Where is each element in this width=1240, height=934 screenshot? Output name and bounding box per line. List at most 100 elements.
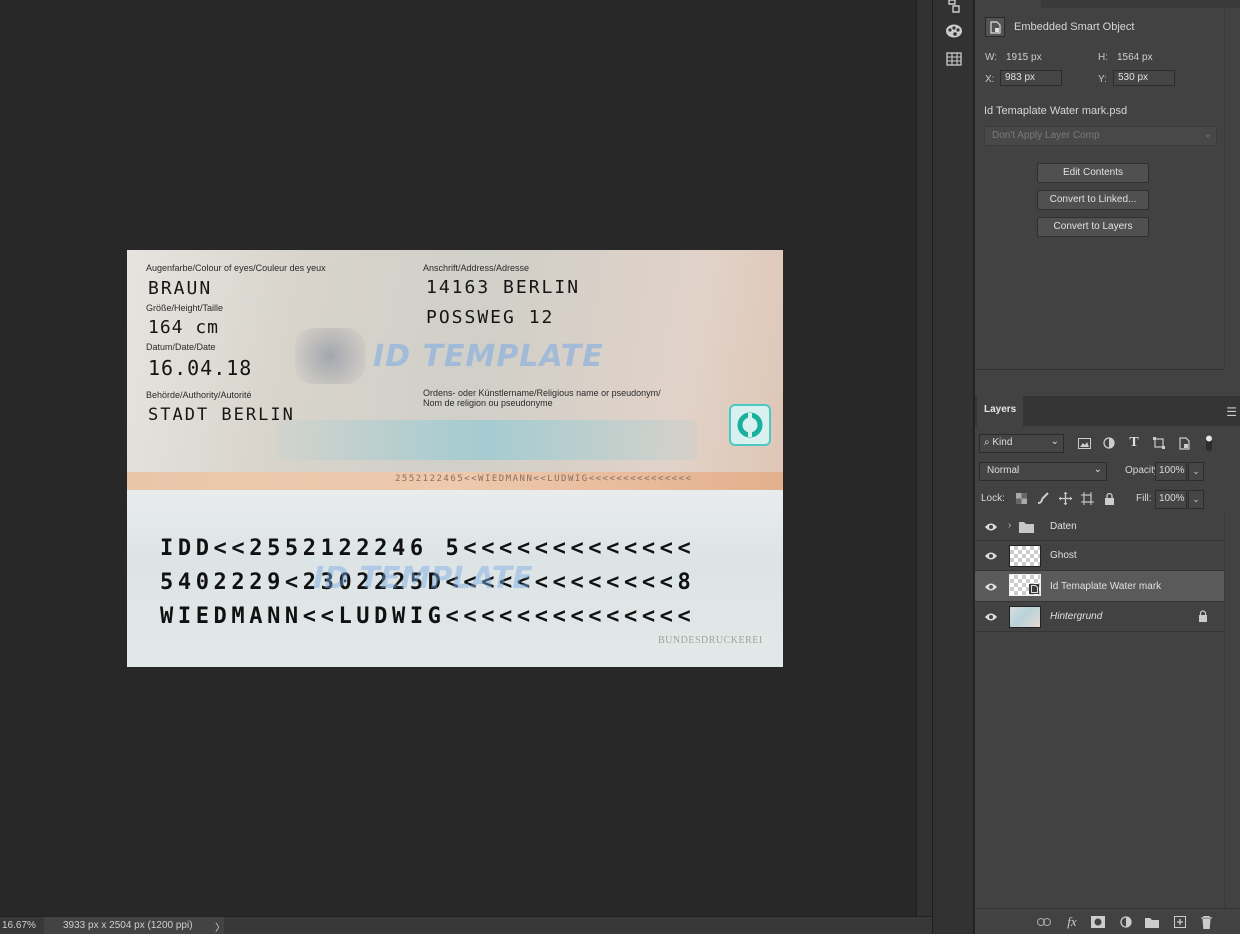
layer-comp-select[interactable]: Don't Apply Layer Comp ⌄ <box>984 126 1217 146</box>
lock-icons <box>1013 490 1117 506</box>
layers-scrollbar[interactable] <box>1224 510 1240 908</box>
height-label: H: <box>1098 52 1108 63</box>
layer-filter-select[interactable]: ⌕ Kind ⌄ <box>979 434 1064 453</box>
fill-dropdown-icon[interactable]: ⌄ <box>1188 490 1204 509</box>
filter-smart-object-icon[interactable] <box>1175 434 1193 452</box>
fill-input[interactable]: 100% <box>1155 490 1187 509</box>
printer-mark: BUNDESDRUCKEREI <box>658 635 763 646</box>
layer-comp-value: Don't Apply Layer Comp <box>992 130 1100 141</box>
lock-icon <box>1198 610 1208 625</box>
adjustment-layer-icon[interactable] <box>1117 913 1135 931</box>
properties-panel: Embedded Smart Object W: 1915 px H: 1564… <box>975 0 1240 370</box>
panel-icon-strip <box>932 0 974 934</box>
ghost-photo <box>295 328 365 384</box>
opacity-dropdown-icon[interactable]: ⌄ <box>1188 462 1204 481</box>
folder-icon <box>1019 521 1034 536</box>
new-group-icon[interactable] <box>1143 913 1161 931</box>
lock-brush-icon[interactable] <box>1035 490 1051 506</box>
layer-name[interactable]: Daten <box>1050 521 1077 532</box>
eyes-value: BRAUN <box>148 278 213 299</box>
smart-object-badge-icon <box>1029 584 1039 594</box>
lock-transparency-icon[interactable] <box>1013 490 1029 506</box>
history-icon[interactable] <box>943 0 965 16</box>
id-card-image: Augenfarbe/Colour of eyes/Couleur des ye… <box>127 250 783 667</box>
filter-shape-icon[interactable] <box>1150 434 1168 452</box>
smart-object-type-label: Embedded Smart Object <box>1014 21 1135 33</box>
chevron-down-icon: ⌄ <box>1093 464 1102 475</box>
address-line2: POSSWEG 12 <box>426 307 555 328</box>
visibility-eye-icon[interactable] <box>984 611 998 623</box>
panel-menu-icon[interactable]: ☰ <box>1226 405 1237 419</box>
layer-name[interactable]: Hintergrund <box>1050 611 1102 622</box>
visibility-eye-icon[interactable] <box>984 581 998 593</box>
authority-value: STADT BERLIN <box>148 405 295 425</box>
fill-label: Fill: <box>1136 493 1152 504</box>
layer-name[interactable]: Ghost <box>1050 550 1077 561</box>
mrz-line-3: WIEDMANN<<LUDWIG<<<<<<<<<<<<<< <box>160 604 696 629</box>
pseudonym-caption-fr: Nom de religion ou pseudonyme <box>423 398 553 408</box>
chip-logo-icon <box>729 404 771 446</box>
convert-to-linked-button[interactable]: Convert to Linked... <box>1037 190 1149 210</box>
new-layer-icon[interactable] <box>1171 913 1189 931</box>
width-value[interactable]: 1915 px <box>1006 52 1042 63</box>
eyes-caption: Augenfarbe/Colour of eyes/Couleur des ye… <box>146 263 326 273</box>
height-value[interactable]: 1564 px <box>1117 52 1153 63</box>
lock-move-icon[interactable] <box>1057 490 1073 506</box>
y-label: Y: <box>1098 74 1107 85</box>
opacity-input[interactable]: 100% <box>1155 462 1187 481</box>
lock-label: Lock: <box>981 493 1005 504</box>
layer-row-hintergrund[interactable]: Hintergrund <box>975 602 1224 632</box>
x-position-input[interactable]: 983 px <box>1000 70 1062 86</box>
layer-name[interactable]: Id Temaplate Water mark <box>1050 581 1161 592</box>
layers-panel: Layers ☰ ⌕ Kind ⌄ T Normal ⌄ Opacity: 10… <box>975 396 1240 934</box>
layer-row-daten[interactable]: › Daten <box>975 513 1224 541</box>
layer-row-ghost[interactable]: Ghost <box>975 541 1224 571</box>
status-menu-arrow[interactable]: 〉 <box>215 919 225 934</box>
height-value: 164 cm <box>148 317 220 338</box>
layer-row-watermark[interactable]: Id Temaplate Water mark <box>975 571 1224 602</box>
authority-caption: Behörde/Authority/Autorité <box>146 390 252 400</box>
watermark-text: ID TEMPLATE <box>373 339 604 374</box>
delete-layer-icon[interactable] <box>1197 913 1215 931</box>
status-bar: 16.67% 3933 px x 2504 px (1200 ppi) 〉 <box>0 916 932 934</box>
layer-thumbnail <box>1009 574 1041 596</box>
lock-all-icon[interactable] <box>1101 490 1117 506</box>
canvas-gutter <box>916 0 932 916</box>
link-layers-icon[interactable] <box>1035 913 1053 931</box>
visibility-eye-icon[interactable] <box>984 550 998 562</box>
tab-layers[interactable]: Layers <box>977 396 1023 426</box>
layer-thumbnail <box>1009 606 1041 628</box>
zoom-level[interactable]: 16.67% <box>2 920 36 931</box>
document-canvas[interactable]: Augenfarbe/Colour of eyes/Couleur des ye… <box>0 0 916 916</box>
convert-to-layers-button[interactable]: Convert to Layers <box>1037 217 1149 237</box>
blend-mode-select[interactable]: Normal ⌄ <box>979 462 1107 481</box>
width-label: W: <box>985 52 998 63</box>
document-size[interactable]: 3933 px x 2504 px (1200 ppi) <box>44 917 224 934</box>
layers-tab-bar: Layers ☰ <box>975 396 1240 426</box>
layer-filter-value: Kind <box>992 437 1013 448</box>
address-caption: Anschrift/Address/Adresse <box>423 263 530 273</box>
chevron-down-icon: ⌄ <box>1203 129 1212 140</box>
properties-scrollbar[interactable] <box>1224 10 1240 370</box>
visibility-eye-icon[interactable] <box>984 521 998 533</box>
fx-icon[interactable]: fx <box>1063 913 1081 931</box>
filter-pixel-icon[interactable] <box>1075 434 1093 452</box>
edit-contents-button[interactable]: Edit Contents <box>1037 163 1149 183</box>
properties-tab-bar <box>1041 0 1240 8</box>
chevron-down-icon: ⌄ <box>1050 436 1059 447</box>
table-grid-icon[interactable] <box>943 49 965 69</box>
lock-artboard-icon[interactable] <box>1079 490 1095 506</box>
date-caption: Datum/Date/Date <box>146 342 216 352</box>
layer-thumbnail <box>1009 545 1041 567</box>
strip-mrz-text: 2552122465<<WIEDMANN<<LUDWIG<<<<<<<<<<<<… <box>395 474 693 484</box>
filter-toggle-icon[interactable] <box>1200 434 1218 452</box>
ghost-band <box>277 420 697 460</box>
filter-type-icon[interactable]: T <box>1125 434 1143 452</box>
x-label: X: <box>985 74 995 85</box>
group-expand-chevron-icon[interactable]: › <box>1008 520 1011 531</box>
y-position-input[interactable]: 530 px <box>1113 70 1175 86</box>
blend-mode-value: Normal <box>987 465 1020 476</box>
filter-adjustment-icon[interactable] <box>1100 434 1118 452</box>
color-palette-icon[interactable] <box>943 21 965 41</box>
add-mask-icon[interactable] <box>1089 913 1107 931</box>
